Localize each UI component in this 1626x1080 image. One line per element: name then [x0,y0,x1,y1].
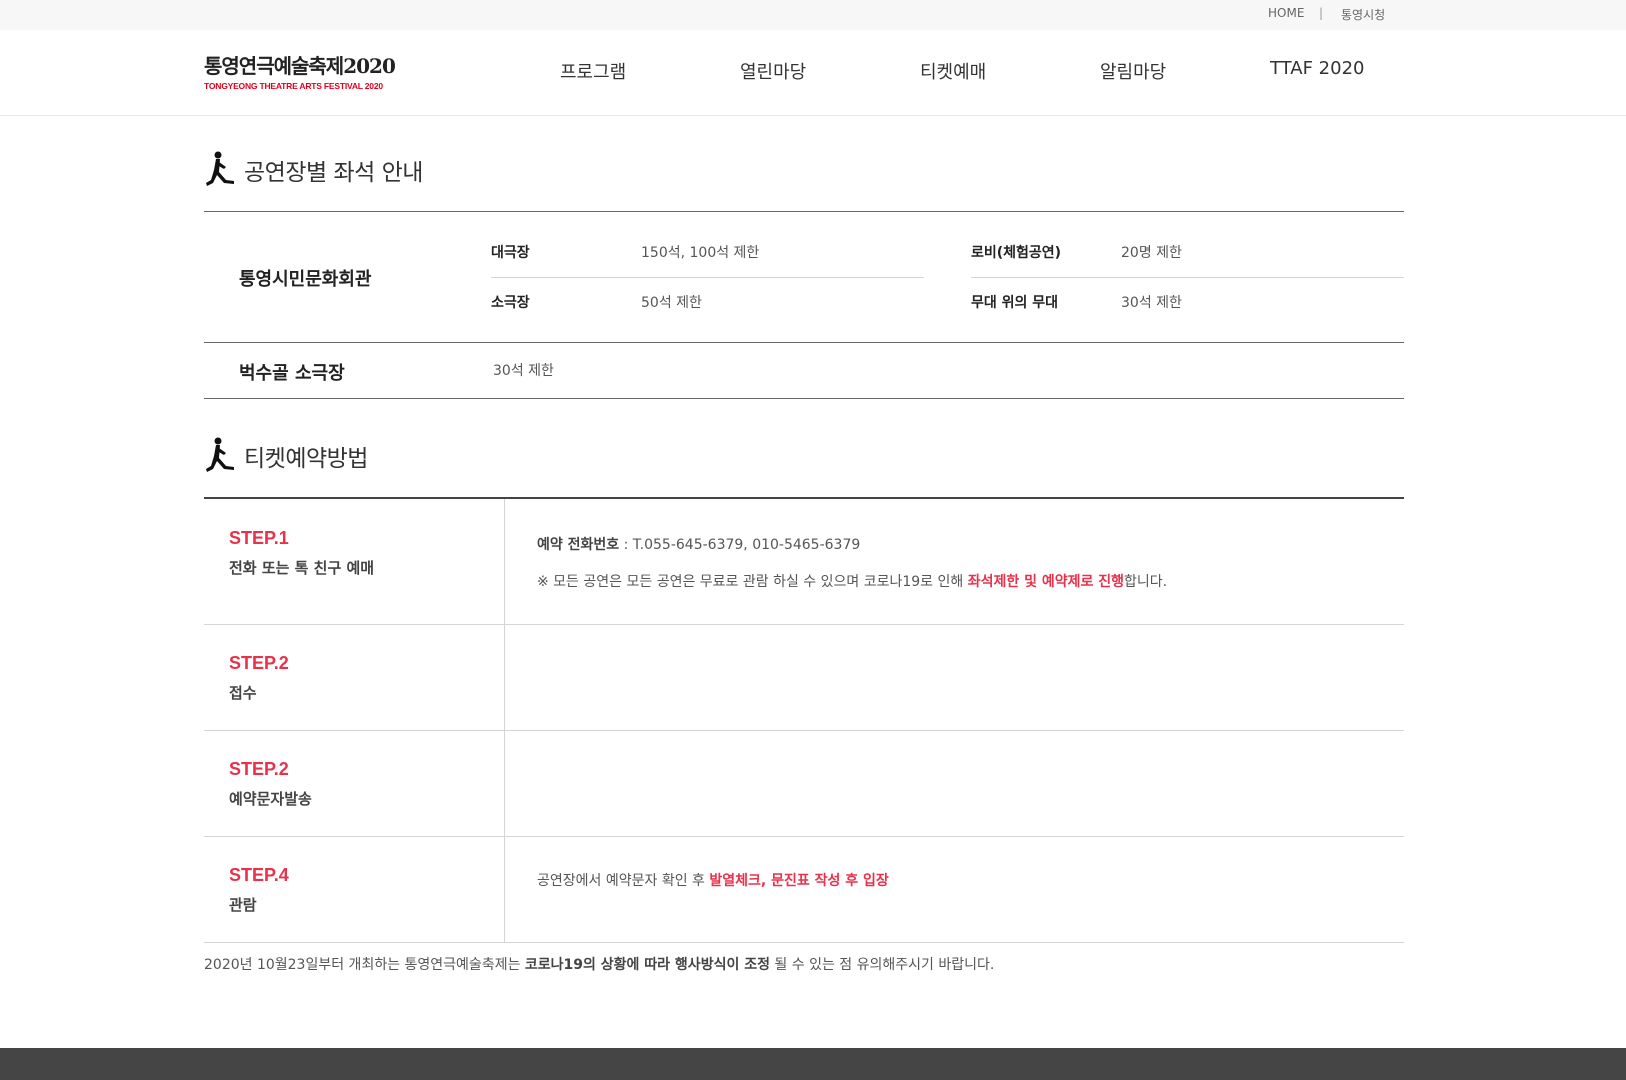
site-logo[interactable]: 통영연극예술축제2020 TONGYEONG THEATRE ARTS FEST… [204,50,414,100]
step-number: STEP.1 [229,528,289,548]
booking-title: 티켓예약방법 [244,446,368,472]
seating-section-title: 공연장별 좌석 안내 [204,150,423,190]
hall-value-small: 50석 제한 [641,295,702,311]
step-name: 전화 또는 톡 친구 예매 [229,559,375,577]
home-link[interactable]: HOME [1268,6,1304,20]
step4-highlight: 발열체크, 문진표 작성 후 입장 [709,873,889,889]
venue-name-beoksugol: 벅수골 소극장 [239,363,345,384]
divider [204,497,1404,499]
hall-label-lobby: 로비(체험공연) [971,245,1062,261]
notice-bold: 코로나19의 상황에 따라 행사방식이 조정 [524,957,770,973]
site-footer [0,1048,1626,1080]
note-text: ※ 모든 공연은 모든 공연은 무료로 관람 하실 수 있으며 코로나19로 인… [537,574,968,590]
divider [204,342,1404,343]
hall-label-main: 대극장 [491,245,530,261]
hall-value-lobby: 20명 제한 [1121,245,1182,261]
logo-title: 통영연극예술축제2020 [204,54,396,78]
step-number: STEP.4 [229,865,289,885]
seating-title: 공연장별 좌석 안내 [244,160,423,186]
booking-section-title: 티켓예약방법 [204,436,368,476]
step-name: 접수 [229,684,257,702]
site-header: 통영연극예술축제2020 TONGYEONG THEATRE ARTS FEST… [0,30,1626,116]
nav-program[interactable]: 프로그램 [560,58,626,84]
covid-notice: 2020년 10월23일부터 개최하는 통영연극예술축제는 코로나19의 상황에… [204,954,994,974]
nav-ttaf[interactable]: TTAF 2020 [1270,58,1364,79]
runner-icon [206,151,234,186]
runner-icon [206,437,234,472]
hall-label-small: 소극장 [491,295,530,311]
notice-text: 2020년 10월23일부터 개최하는 통영연극예술축제는 [204,957,525,973]
step-name: 예약문자발송 [229,790,312,808]
hall-value-main: 150석, 100석 제한 [641,245,760,261]
phone-label: 예약 전화번호 [537,537,620,553]
utility-bar: HOME | 통영시청 [0,0,1626,30]
divider [204,942,1404,943]
divider [204,836,1404,837]
step-number: STEP.2 [229,759,289,779]
divider [204,624,1404,625]
divider [204,211,1404,212]
note-text-end: 합니다. [1124,574,1168,590]
step-number: STEP.2 [229,653,289,673]
divider [971,277,1404,278]
city-hall-link[interactable]: 통영시청 [1341,6,1385,23]
nav-open-square[interactable]: 열린마당 [740,58,806,84]
hall-label-stage: 무대 위의 무대 [971,295,1059,311]
venue-value-beoksugol: 30석 제한 [493,363,554,379]
note-highlight: 좌석제한 및 예약제로 진행 [967,574,1125,590]
nav-ticketing[interactable]: 티켓예매 [920,58,986,84]
divider [491,277,924,278]
utility-separator: | [1319,6,1324,20]
phone-info: 예약 전화번호 : T.055-645-6379, 010-5465-6379 [537,534,860,554]
step4-note: 공연장에서 예약문자 확인 후 발열체크, 문진표 작성 후 입장 [537,870,889,890]
step1-note: ※ 모든 공연은 모든 공연은 무료로 관람 하실 수 있으며 코로나19로 인… [537,571,1167,591]
notice-text-end: 될 수 있는 점 유의해주시기 바랍니다. [769,957,995,973]
step-name: 관람 [229,896,257,914]
divider [204,398,1404,399]
phone-value: : T.055-645-6379, 010-5465-6379 [619,537,861,553]
step4-text: 공연장에서 예약문자 확인 후 [537,873,710,889]
venue-name-civic-center: 통영시민문화회관 [239,269,372,290]
nav-notice[interactable]: 알림마당 [1100,58,1166,84]
column-divider [504,499,505,942]
divider [204,730,1404,731]
logo-subtitle: TONGYEONG THEATRE ARTS FESTIVAL 2020 [204,81,383,91]
hall-value-stage: 30석 제한 [1121,295,1182,311]
